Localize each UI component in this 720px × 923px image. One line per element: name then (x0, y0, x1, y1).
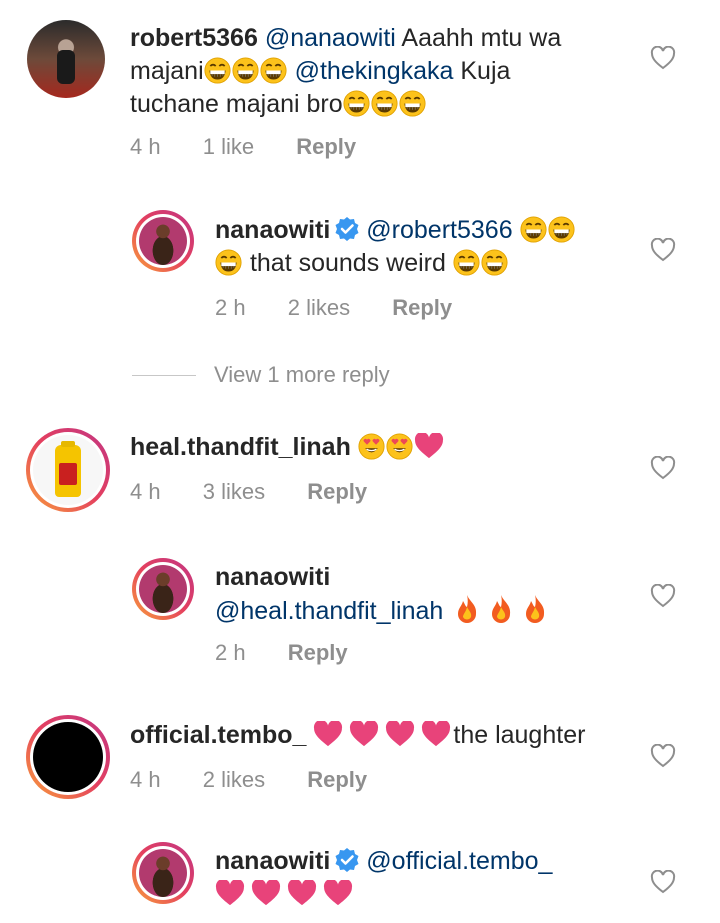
username[interactable]: nanaowiti (215, 563, 330, 591)
laugh-emoji-icon (204, 57, 231, 84)
avatar[interactable] (26, 428, 110, 512)
laugh-emoji-icon (399, 90, 426, 117)
pink-heart-icon (287, 880, 317, 906)
timestamp: 2 h (215, 640, 246, 665)
mention[interactable]: @heal.thandfit_linah (215, 597, 443, 625)
avatar[interactable] (27, 20, 105, 98)
likes-count[interactable]: 2 likes (288, 295, 350, 320)
laugh-emoji-icon (548, 216, 575, 243)
laugh-emoji-icon (260, 57, 287, 84)
username[interactable]: heal.thandfit_linah (130, 433, 351, 461)
comment-text: nanaowiti @official.tembo_ (215, 845, 635, 911)
comment-text: official.tembo_ the laughter (130, 721, 586, 749)
like-heart-icon[interactable] (650, 456, 676, 480)
laugh-emoji-icon (215, 249, 242, 276)
likes-count[interactable]: 2 likes (203, 767, 265, 792)
heart-eyes-emoji-icon (358, 433, 385, 460)
reply-button[interactable]: Reply (307, 767, 367, 792)
laugh-emoji-icon (481, 249, 508, 276)
laugh-emoji-icon (232, 57, 259, 84)
username[interactable]: official.tembo_ (130, 721, 306, 749)
comment-text: robert5366 @nanaowiti Aaahh mtu wa majan… (130, 24, 562, 118)
comment-text: nanaowiti @robert5366 that sounds weird (215, 214, 635, 280)
comment-text: heal.thandfit_linah (130, 431, 630, 464)
pink-heart-icon (414, 433, 444, 459)
verified-badge-icon (334, 216, 360, 242)
pink-heart-icon (313, 721, 343, 747)
pink-heart-icon (323, 880, 353, 906)
fire-emoji-icon (524, 594, 546, 624)
comment-text: nanaowiti @heal.thandfit_linah (215, 561, 635, 628)
like-heart-icon[interactable] (650, 584, 676, 608)
verified-badge-icon (334, 847, 360, 873)
view-more-label[interactable]: View 1 more reply (214, 362, 390, 388)
laugh-emoji-icon (371, 90, 398, 117)
comment-meta: 2 h Reply (215, 640, 384, 666)
pink-heart-icon (215, 880, 245, 906)
comment-meta: 4 h 2 likes Reply (130, 767, 403, 793)
like-heart-icon[interactable] (650, 744, 676, 768)
pink-heart-icon (251, 880, 281, 906)
laugh-emoji-icon (453, 249, 480, 276)
pink-heart-icon (349, 721, 379, 747)
likes-count[interactable]: 1 like (203, 134, 254, 159)
view-more-replies[interactable]: View 1 more reply (132, 362, 390, 388)
timestamp: 4 h (130, 767, 161, 792)
reply-button[interactable]: Reply (296, 134, 356, 159)
like-heart-icon[interactable] (650, 238, 676, 262)
comment-meta: 2 h 2 likes Reply (215, 295, 488, 321)
laugh-emoji-icon (343, 90, 370, 117)
fire-emoji-icon (490, 594, 512, 624)
timestamp: 4 h (130, 479, 161, 504)
mention[interactable]: @official.tembo_ (366, 847, 552, 875)
fire-emoji-icon (456, 594, 478, 624)
username[interactable]: robert5366 (130, 24, 258, 52)
avatar[interactable] (26, 715, 110, 799)
mention[interactable]: @nanaowiti (265, 24, 396, 52)
reply-button[interactable]: Reply (288, 640, 348, 665)
username[interactable]: nanaowiti (215, 847, 330, 875)
likes-count[interactable]: 3 likes (203, 479, 265, 504)
comment-meta: 4 h 1 like Reply (130, 134, 392, 160)
comment-meta: 4 h 3 likes Reply (130, 479, 403, 505)
reply-button[interactable]: Reply (392, 295, 452, 320)
avatar[interactable] (132, 558, 194, 620)
avatar[interactable] (132, 210, 194, 272)
avatar[interactable] (132, 842, 194, 904)
mention[interactable]: @thekingkaka (295, 57, 454, 85)
timestamp: 4 h (130, 134, 161, 159)
like-heart-icon[interactable] (650, 46, 676, 70)
reply-button[interactable]: Reply (307, 479, 367, 504)
pink-heart-icon (385, 721, 415, 747)
mention[interactable]: @robert5366 (366, 216, 512, 244)
like-heart-icon[interactable] (650, 870, 676, 894)
username[interactable]: nanaowiti (215, 216, 330, 244)
timestamp: 2 h (215, 295, 246, 320)
laugh-emoji-icon (520, 216, 547, 243)
heart-eyes-emoji-icon (386, 433, 413, 460)
divider (132, 374, 196, 376)
pink-heart-icon (421, 721, 451, 747)
